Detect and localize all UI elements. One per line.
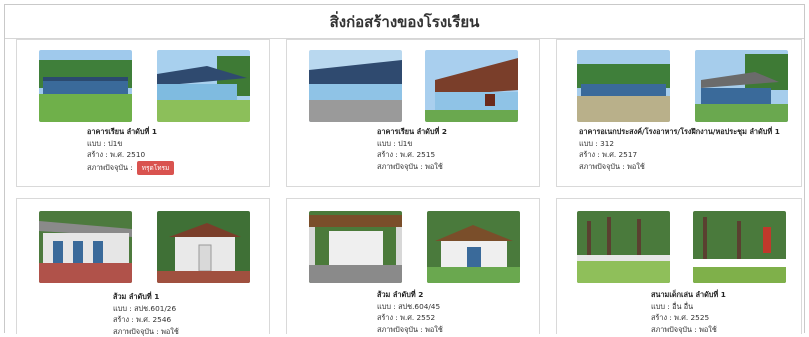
building-photo[interactable] [309,211,402,283]
structure-info: อาคารอเนกประสงค์/โรงอาหาร/โรงฝึกงาน/หอปร… [579,126,780,172]
structure-type: แบบ : สปช.601/26 [113,303,177,313]
structure-built-year: สร้าง : พ.ศ. 2552 [377,313,436,322]
panel-header: สิ่งก่อสร้างของโรงเรียน [5,5,804,39]
structure-built-year: สร้าง : พ.ศ. 2525 [651,313,710,322]
status-label: สภาพปัจจุบัน : [87,162,133,172]
building-photo[interactable] [427,211,520,283]
structure-card: ส้วม ลำดับที่ 2 แบบ : สปช.604/45 สร้าง :… [286,198,540,334]
playground-photo[interactable] [693,211,786,283]
structures-panel: สิ่งก่อสร้างของโรงเรียน อาคารเรียน ลำดับ… [4,4,805,337]
structure-info: อาคารเรียน ลำดับที่ 2 แบบ : ป1ข สร้าง : … [377,126,447,172]
structure-info: ส้วม ลำดับที่ 2 แบบ : สปช.604/45 สร้าง :… [377,289,443,335]
status-label: สภาพปัจจุบัน : [651,324,697,334]
structure-type: แบบ : ป1ข [87,138,123,148]
structure-built-year: สร้าง : พ.ศ. 2515 [377,150,436,159]
structure-name: สนามเด็กเล่น ลำดับที่ 1 [651,290,726,299]
structure-built-year: สร้าง : พ.ศ. 2517 [579,150,638,159]
structure-type: แบบ : อื่น อื่น [651,301,694,311]
structure-info: สนามเด็กเล่น ลำดับที่ 1 แบบ : อื่น อื่น … [651,289,726,335]
structure-card: สนามเด็กเล่น ลำดับที่ 1 แบบ : อื่น อื่น … [556,198,802,334]
building-photo[interactable] [157,211,250,283]
structure-name: อาคารอเนกประสงค์/โรงอาหาร/โรงฝึกงาน/หอปร… [579,127,780,136]
building-photo[interactable] [39,50,132,122]
page-title: สิ่งก่อสร้างของโรงเรียน [329,13,480,31]
structure-card: ส้วม ลำดับที่ 1 แบบ : สปช.601/26 สร้าง :… [16,198,270,337]
structure-built-year: สร้าง : พ.ศ. 2546 [113,315,172,324]
structure-card: อาคารอเนกประสงค์/โรงอาหาร/โรงฝึกงาน/หอปร… [556,39,802,187]
status-value: พอใช้ [627,161,645,171]
status-value: พอใช้ [425,324,443,334]
structure-card: อาคารเรียน ลำดับที่ 1 แบบ : ป1ข สร้าง : … [16,39,270,187]
structure-type: แบบ : สปช.604/45 [377,301,441,311]
building-photo[interactable] [425,50,518,122]
playground-photo[interactable] [577,211,670,283]
status-label: สภาพปัจจุบัน : [377,324,423,334]
repair-status-button[interactable]: ทรุดโทรม [136,160,175,175]
structure-name: อาคารเรียน ลำดับที่ 1 [87,127,157,136]
structure-built-year: สร้าง : พ.ศ. 2510 [87,150,146,159]
structure-name: ส้วม ลำดับที่ 2 [377,290,424,299]
status-label: สภาพปัจจุบัน : [377,161,423,171]
structure-type: แบบ : 312 [579,138,614,148]
building-photo[interactable] [309,50,402,122]
status-label: สภาพปัจจุบัน : [579,161,625,171]
status-value: พอใช้ [161,326,179,336]
structure-card: อาคารเรียน ลำดับที่ 2 แบบ : ป1ข สร้าง : … [286,39,540,187]
building-photo[interactable] [39,211,132,283]
status-value: พอใช้ [425,161,443,171]
structure-name: ส้วม ลำดับที่ 1 [113,292,160,301]
status-label: สภาพปัจจุบัน : [113,326,159,336]
structure-type: แบบ : ป1ข [377,138,413,148]
structure-info: อาคารเรียน ลำดับที่ 1 แบบ : ป1ข สร้าง : … [87,126,175,175]
building-photo[interactable] [577,50,670,122]
structure-info: ส้วม ลำดับที่ 1 แบบ : สปช.601/26 สร้าง :… [113,291,179,337]
structure-name: อาคารเรียน ลำดับที่ 2 [377,127,447,136]
building-photo[interactable] [695,50,788,122]
status-value: พอใช้ [699,324,717,334]
building-photo[interactable] [157,50,250,122]
